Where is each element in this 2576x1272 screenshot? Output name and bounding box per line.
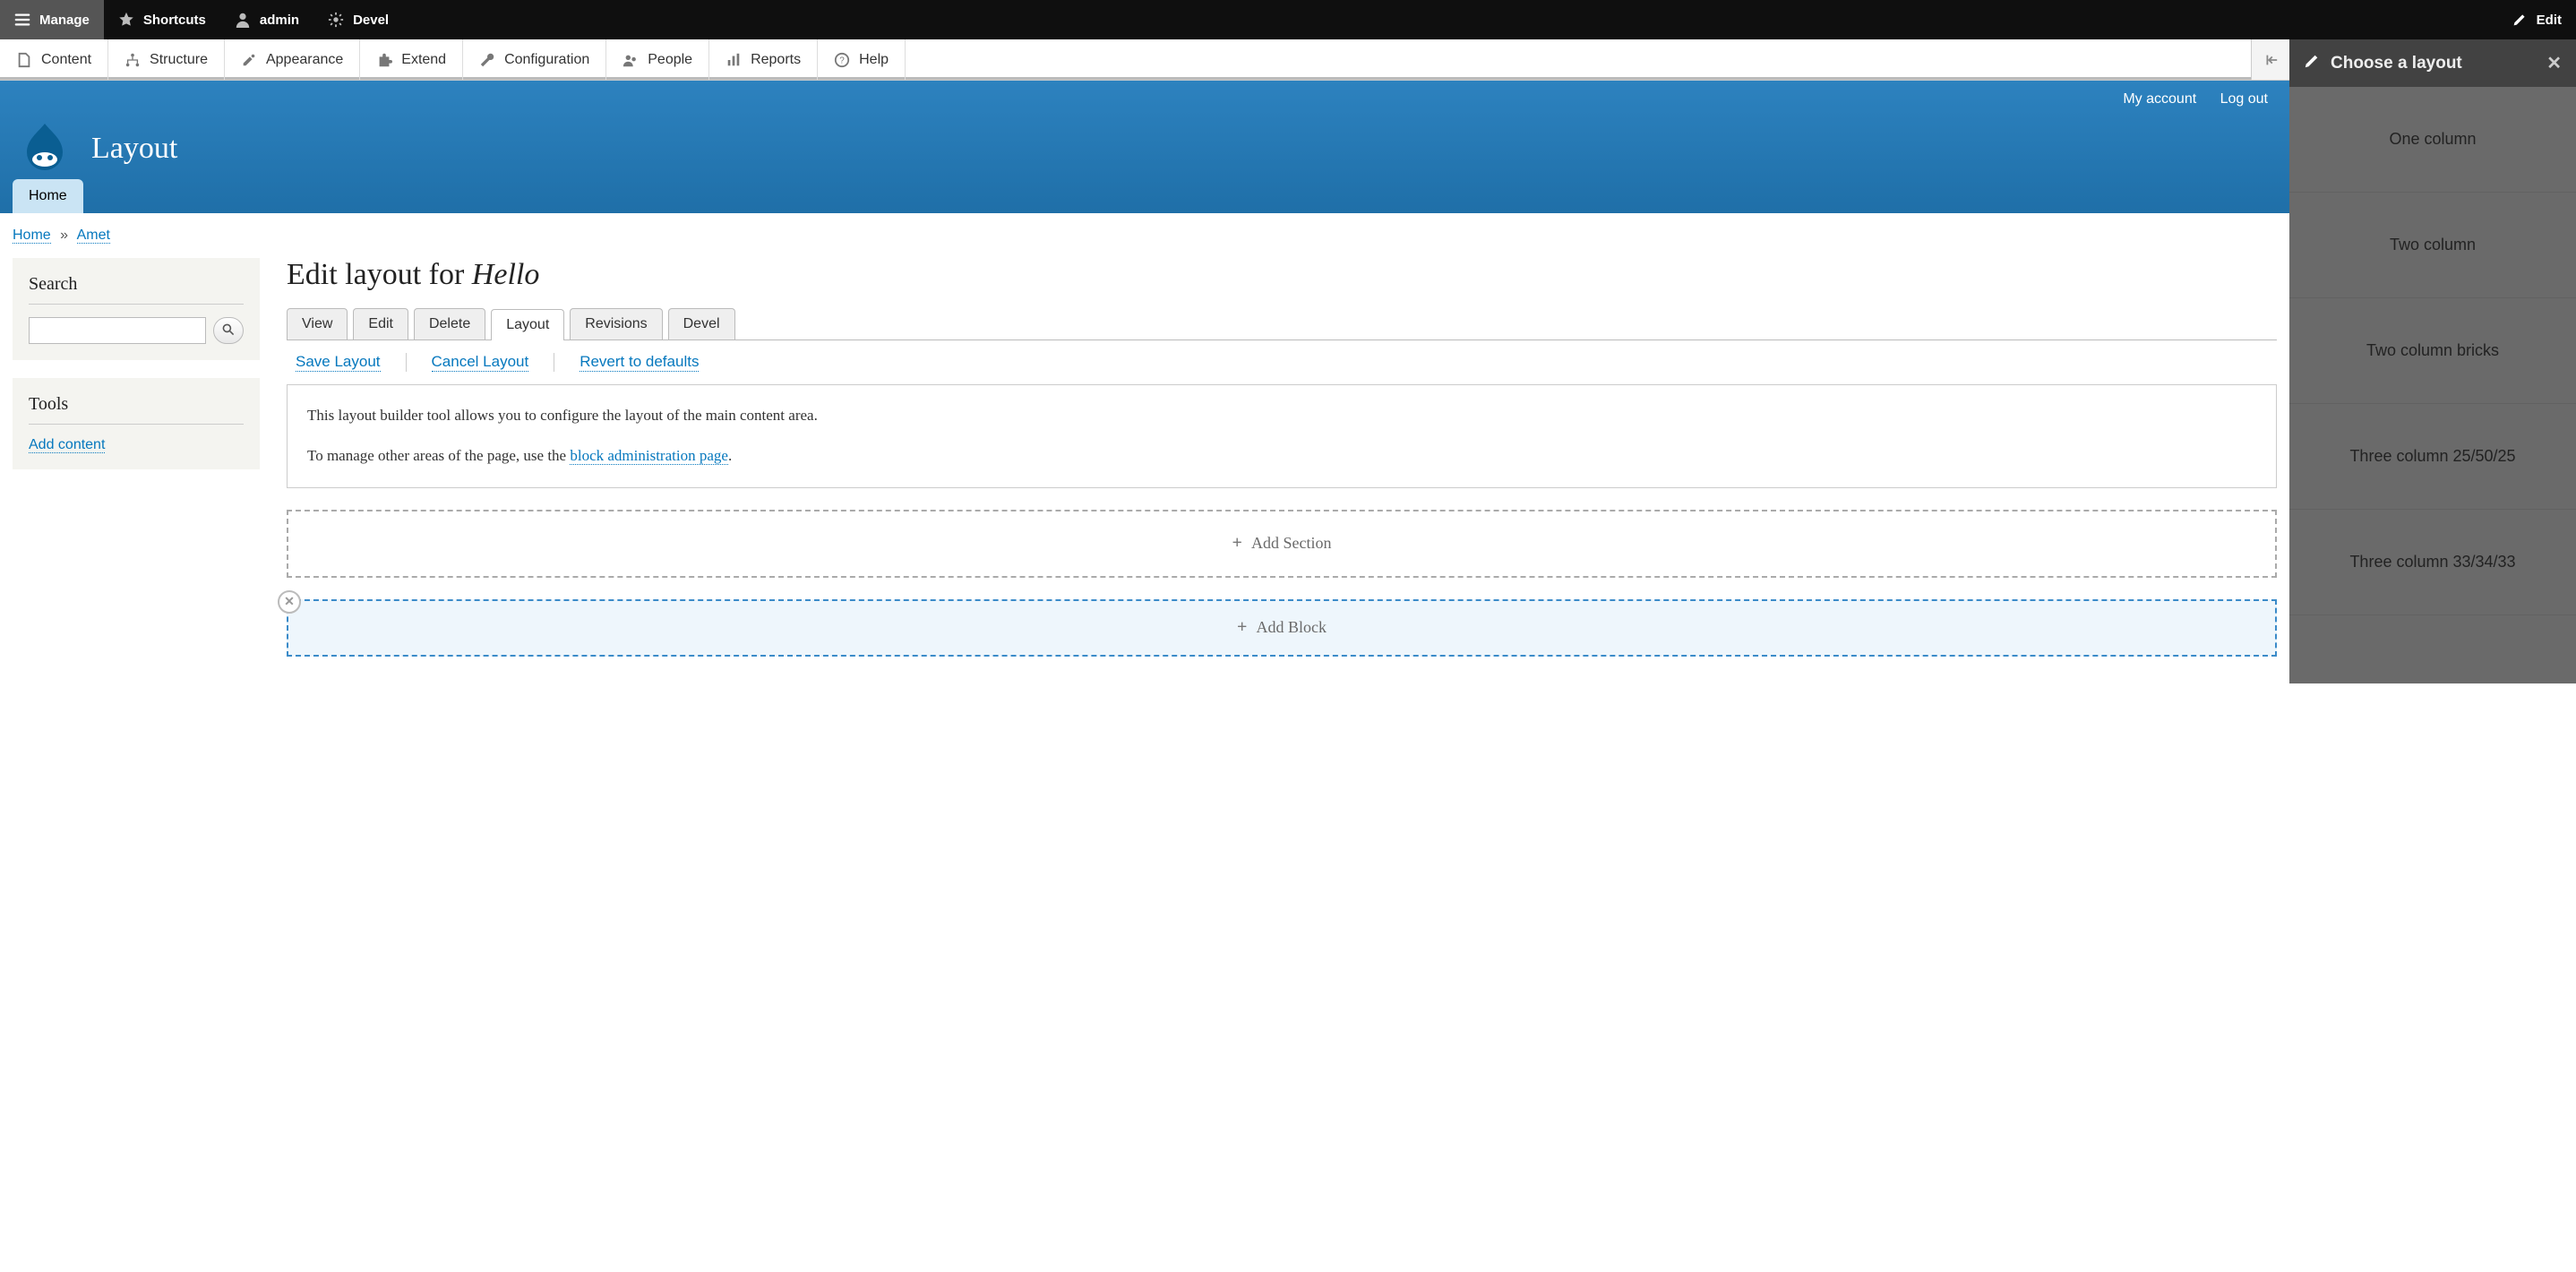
menu-structure-label: Structure (150, 52, 208, 68)
toolbar-manage-label: Manage (39, 13, 90, 28)
link-my-account[interactable]: My account (2123, 91, 2196, 107)
toolbar-edit-label: Edit (2537, 13, 2562, 28)
site-header: My account Log out Layout Home (0, 81, 2289, 213)
collapse-left-icon (2263, 52, 2279, 68)
tab-home[interactable]: Home (13, 179, 83, 213)
star-icon (118, 12, 134, 28)
search-block: Search (13, 258, 260, 360)
menu-reports[interactable]: Reports (709, 39, 818, 80)
menu-appearance-label: Appearance (266, 52, 343, 68)
admin-menu: Content Structure Appearance Extend Conf… (0, 39, 2289, 81)
toolbar-user[interactable]: admin (220, 0, 313, 39)
action-cancel-layout[interactable]: Cancel Layout (432, 353, 529, 372)
tab-view[interactable]: View (287, 308, 348, 339)
help-icon: ? (834, 52, 850, 68)
drupal-logo-icon (16, 120, 73, 177)
breadcrumb-sep: » (60, 228, 68, 243)
tab-delete[interactable]: Delete (414, 308, 485, 339)
toolbar-user-label: admin (260, 13, 299, 28)
tab-revisions[interactable]: Revisions (570, 308, 662, 339)
tab-layout[interactable]: Layout (491, 309, 564, 340)
add-block-button[interactable]: + Add Block (287, 599, 2277, 657)
menu-reports-label: Reports (751, 52, 801, 68)
info-line2-post: . (728, 447, 732, 464)
layout-option[interactable]: Two column bricks (2289, 298, 2576, 404)
pencil-icon (2304, 53, 2320, 74)
menu-collapse[interactable] (2251, 39, 2289, 80)
link-log-out[interactable]: Log out (2220, 91, 2268, 107)
toolbar-shortcuts-label: Shortcuts (143, 13, 206, 28)
search-button[interactable] (213, 317, 244, 344)
menu-help-label: Help (859, 52, 889, 68)
layout-option[interactable]: Three column 33/34/33 (2289, 510, 2576, 615)
hierarchy-icon (125, 52, 141, 68)
tools-block: Tools Add content (13, 378, 260, 469)
menu-people-label: People (648, 52, 692, 68)
add-section-button[interactable]: + Add Section (287, 510, 2277, 578)
menu-appearance[interactable]: Appearance (225, 39, 360, 80)
action-revert-defaults[interactable]: Revert to defaults (580, 353, 699, 372)
search-input[interactable] (29, 317, 206, 344)
svg-text:?: ? (839, 56, 845, 65)
page-title-name: Hello (472, 258, 540, 291)
info-line2-pre: To manage other areas of the page, use t… (307, 447, 570, 464)
file-icon (16, 52, 32, 68)
offcanvas-close-button[interactable]: ✕ (2546, 52, 2562, 74)
add-section-label: Add Section (1251, 534, 1332, 553)
page-title-prefix: Edit layout for (287, 258, 472, 291)
toolbar-devel[interactable]: Devel (313, 0, 403, 39)
offcanvas-panel: Choose a layout ✕ One columnTwo columnTw… (2289, 39, 2576, 683)
offcanvas-title: Choose a layout (2331, 54, 2462, 73)
admin-toolbar: Manage Shortcuts admin Devel Edit (0, 0, 2576, 39)
people-icon (623, 52, 639, 68)
menu-structure[interactable]: Structure (108, 39, 225, 80)
menu-content-label: Content (41, 52, 91, 68)
menu-configuration-label: Configuration (504, 52, 589, 68)
tab-devel[interactable]: Devel (668, 308, 735, 339)
layout-option[interactable]: Three column 25/50/25 (2289, 404, 2576, 510)
close-icon: ✕ (284, 594, 295, 609)
breadcrumb: Home » Amet (0, 213, 2289, 258)
toolbar-edit[interactable]: Edit (2497, 0, 2576, 39)
site-title: Layout (91, 132, 177, 166)
menu-extend-label: Extend (401, 52, 446, 68)
layout-option[interactable]: Two column (2289, 193, 2576, 298)
page-title: Edit layout for Hello (287, 258, 2277, 292)
primary-tabs: ViewEditDeleteLayoutRevisionsDevel (287, 308, 2277, 340)
hamburger-icon (14, 12, 30, 28)
info-line1: This layout builder tool allows you to c… (307, 403, 2256, 429)
layout-info: This layout builder tool allows you to c… (287, 384, 2277, 488)
plus-icon: + (1237, 617, 1247, 638)
magnifier-icon (221, 322, 236, 339)
bars-icon (726, 52, 742, 68)
tools-heading: Tools (29, 394, 244, 425)
menu-extend[interactable]: Extend (360, 39, 463, 80)
action-save-layout[interactable]: Save Layout (296, 353, 381, 372)
link-block-admin[interactable]: block administration page (570, 447, 728, 465)
puzzle-icon (376, 52, 392, 68)
menu-content[interactable]: Content (0, 39, 108, 80)
menu-configuration[interactable]: Configuration (463, 39, 606, 80)
breadcrumb-home[interactable]: Home (13, 228, 51, 244)
layout-option[interactable]: One column (2289, 87, 2576, 193)
gear-icon (328, 12, 344, 28)
person-icon (235, 12, 251, 28)
toolbar-shortcuts[interactable]: Shortcuts (104, 0, 220, 39)
add-block-label: Add Block (1256, 618, 1327, 637)
close-icon: ✕ (2546, 54, 2562, 73)
search-heading: Search (29, 274, 244, 305)
wrench-icon (479, 52, 495, 68)
menu-people[interactable]: People (606, 39, 709, 80)
link-add-content[interactable]: Add content (29, 437, 105, 453)
pencil-icon (2512, 12, 2528, 28)
toolbar-devel-label: Devel (353, 13, 389, 28)
menu-help[interactable]: ? Help (818, 39, 906, 80)
toolbar-manage[interactable]: Manage (0, 0, 104, 39)
paint-icon (241, 52, 257, 68)
plus-icon: + (1232, 533, 1242, 554)
layout-actions: Save Layout Cancel Layout Revert to defa… (287, 340, 2277, 384)
tab-edit[interactable]: Edit (353, 308, 408, 339)
remove-section-button[interactable]: ✕ (278, 590, 301, 614)
breadcrumb-current[interactable]: Amet (77, 228, 110, 244)
